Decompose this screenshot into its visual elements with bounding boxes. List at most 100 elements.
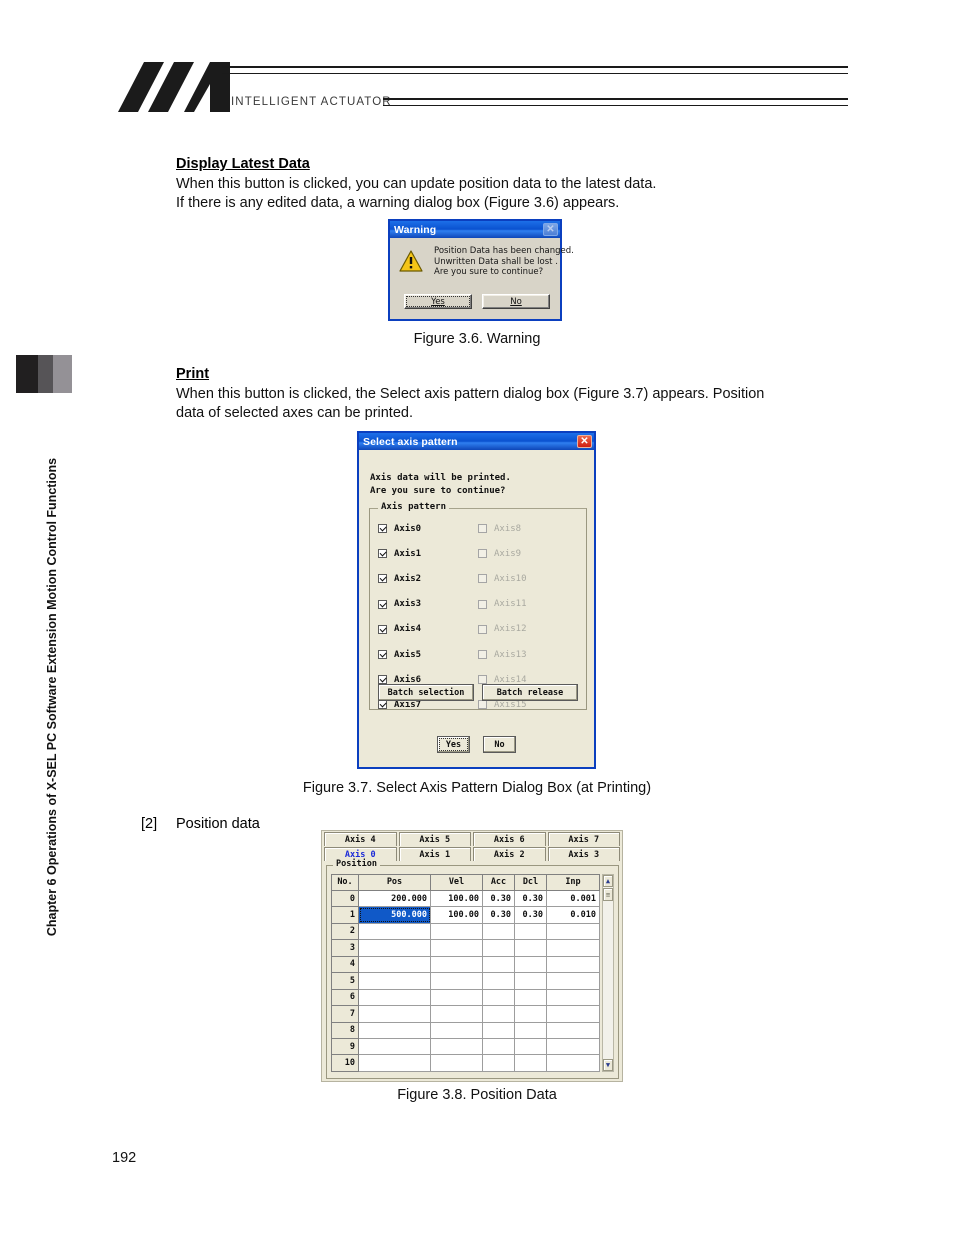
- position-cell-inp[interactable]: [546, 1054, 600, 1072]
- position-cell-inp[interactable]: [546, 1038, 600, 1056]
- axis-checkbox-axis1[interactable]: Axis1: [378, 549, 478, 559]
- position-table-row[interactable]: 2: [331, 922, 600, 941]
- axis-tab-axis-4[interactable]: Axis 4: [324, 832, 397, 846]
- position-table-row[interactable]: 10: [331, 1054, 600, 1072]
- position-cell-acc[interactable]: [482, 1038, 515, 1056]
- axis-tab-axis-6[interactable]: Axis 6: [473, 832, 546, 846]
- chevron-up-icon[interactable]: ▲: [603, 875, 613, 887]
- axis-checkbox-axis3[interactable]: Axis3: [378, 599, 478, 609]
- warning-no-button[interactable]: No: [482, 294, 550, 309]
- checkbox-icon[interactable]: [378, 624, 387, 634]
- axis-yes-button[interactable]: Yes: [437, 736, 470, 753]
- position-cell-vel[interactable]: [430, 1038, 483, 1056]
- scrollbar-thumb[interactable]: ≡: [603, 888, 613, 901]
- position-table-row[interactable]: 0 200.000 100.00 0.30 0.30 0.001: [331, 889, 600, 908]
- position-table-row[interactable]: 7: [331, 1005, 600, 1023]
- checkbox-icon[interactable]: [378, 549, 387, 559]
- position-cell-inp[interactable]: [546, 1021, 600, 1040]
- axis-tab-axis-7[interactable]: Axis 7: [547, 832, 620, 846]
- position-cell-pos[interactable]: [358, 939, 431, 957]
- position-cell-acc[interactable]: [482, 922, 515, 941]
- position-cell-pos[interactable]: [358, 922, 431, 941]
- position-cell-dcl[interactable]: [514, 1038, 547, 1056]
- position-cell-acc[interactable]: [482, 1054, 515, 1072]
- position-cell-dcl[interactable]: [514, 972, 547, 990]
- position-cell-vel[interactable]: [430, 988, 483, 1007]
- position-cell-dcl[interactable]: 0.30: [514, 906, 547, 924]
- position-cell-inp[interactable]: [546, 972, 600, 990]
- position-cell-vel[interactable]: 100.00: [430, 889, 483, 908]
- position-cell-vel[interactable]: [430, 955, 483, 974]
- batch-release-button[interactable]: Batch release: [482, 684, 578, 701]
- checkbox-icon[interactable]: [378, 524, 387, 534]
- axis-tab-axis-3[interactable]: Axis 3: [547, 847, 620, 861]
- position-cell-dcl[interactable]: [514, 922, 547, 941]
- position-cell-dcl[interactable]: [514, 955, 547, 974]
- position-cell-inp[interactable]: [546, 988, 600, 1007]
- axis-checkbox-axis4[interactable]: Axis4: [378, 624, 478, 634]
- axis-checkbox-axis0[interactable]: Axis0: [378, 524, 478, 534]
- axis-no-button[interactable]: No: [483, 736, 516, 753]
- axis-tab-axis-2[interactable]: Axis 2: [473, 847, 546, 861]
- position-cell-inp[interactable]: [546, 1005, 600, 1023]
- position-cell-dcl[interactable]: 0.30: [514, 889, 547, 908]
- position-cell-pos[interactable]: 200.000: [358, 889, 431, 908]
- axis-checkbox-axis5[interactable]: Axis5: [378, 650, 478, 660]
- close-icon[interactable]: ✕: [577, 435, 592, 448]
- position-table-row[interactable]: 1 500.000 100.00 0.30 0.30 0.010: [331, 906, 600, 924]
- position-cell-vel[interactable]: [430, 1021, 483, 1040]
- position-cell-acc[interactable]: 0.30: [482, 906, 515, 924]
- position-cell-pos[interactable]: [358, 955, 431, 974]
- position-table-row[interactable]: 5: [331, 972, 600, 990]
- position-table-row[interactable]: 6: [331, 988, 600, 1007]
- position-cell-vel[interactable]: [430, 922, 483, 941]
- checkbox-icon[interactable]: [378, 574, 387, 584]
- position-cell-acc[interactable]: [482, 972, 515, 990]
- position-table-row[interactable]: 8: [331, 1021, 600, 1040]
- axis-checkbox-axis2[interactable]: Axis2: [378, 574, 478, 584]
- position-cell-pos[interactable]: 500.000: [358, 906, 431, 924]
- position-cell-vel[interactable]: [430, 1005, 483, 1023]
- position-cell-inp[interactable]: [546, 955, 600, 974]
- batch-selection-button[interactable]: Batch selection: [378, 684, 474, 701]
- position-cell-dcl[interactable]: [514, 1021, 547, 1040]
- position-cell-dcl[interactable]: [514, 1005, 547, 1023]
- position-cell-dcl[interactable]: [514, 988, 547, 1007]
- chevron-down-icon[interactable]: ▼: [603, 1059, 613, 1071]
- position-cell-acc[interactable]: 0.30: [482, 889, 515, 908]
- position-table-row[interactable]: 3: [331, 939, 600, 957]
- axis-tab-axis-5[interactable]: Axis 5: [398, 832, 471, 846]
- position-cell-pos[interactable]: [358, 1021, 431, 1040]
- position-cell-dcl[interactable]: [514, 1054, 547, 1072]
- checkbox-icon[interactable]: [378, 650, 387, 660]
- position-cell-acc[interactable]: [482, 939, 515, 957]
- position-cell-inp[interactable]: 0.010: [546, 906, 600, 924]
- position-table-row[interactable]: 9: [331, 1038, 600, 1056]
- vertical-scrollbar[interactable]: ▲ ≡ ▼: [602, 874, 614, 1072]
- axis-checkbox-axis7[interactable]: Axis7: [378, 700, 478, 710]
- position-cell-inp[interactable]: 0.001: [546, 889, 600, 908]
- warning-yes-button[interactable]: Yes: [404, 294, 472, 309]
- close-icon[interactable]: ✕: [543, 223, 558, 236]
- position-cell-pos[interactable]: [358, 1054, 431, 1072]
- position-cell-dcl[interactable]: [514, 939, 547, 957]
- axis-tab-axis-1[interactable]: Axis 1: [398, 847, 471, 861]
- position-table-row[interactable]: 4: [331, 955, 600, 974]
- position-cell-pos[interactable]: [358, 1005, 431, 1023]
- position-cell-vel[interactable]: [430, 972, 483, 990]
- checkbox-icon[interactable]: [378, 599, 387, 609]
- checkbox-icon[interactable]: [378, 675, 387, 685]
- checkbox-icon[interactable]: [378, 700, 387, 710]
- position-cell-acc[interactable]: [482, 1005, 515, 1023]
- position-cell-pos[interactable]: [358, 972, 431, 990]
- position-cell-pos[interactable]: [358, 1038, 431, 1056]
- position-cell-vel[interactable]: 100.00: [430, 906, 483, 924]
- position-cell-vel[interactable]: [430, 1054, 483, 1072]
- position-cell-acc[interactable]: [482, 955, 515, 974]
- position-cell-vel[interactable]: [430, 939, 483, 957]
- position-cell-acc[interactable]: [482, 1021, 515, 1040]
- position-cell-inp[interactable]: [546, 939, 600, 957]
- position-cell-acc[interactable]: [482, 988, 515, 1007]
- position-cell-inp[interactable]: [546, 922, 600, 941]
- position-cell-pos[interactable]: [358, 988, 431, 1007]
